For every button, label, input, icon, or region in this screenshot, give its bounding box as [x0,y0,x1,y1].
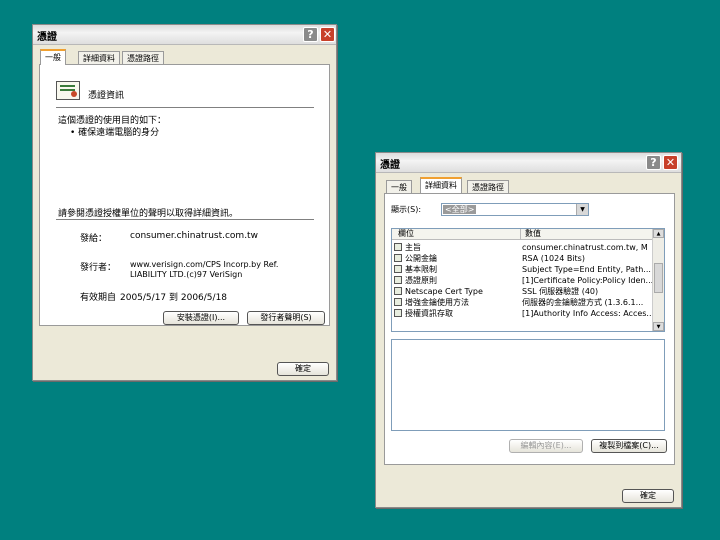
validity-label: 有效期自 [80,293,117,303]
listview-header: 欄位 數值 [392,229,652,240]
list-item[interactable]: 公開金鑰 [394,253,437,264]
field-name: 增強金鑰使用方法 [405,298,469,307]
show-dropdown[interactable]: <全部> ▼ [441,203,589,216]
validity-value: 2005/5/17 到 2006/5/18 [120,293,228,303]
window-title: 憑證 [380,160,400,171]
list-item-value[interactable]: RSA (1024 Bits) [522,253,585,264]
install-cert-button[interactable]: 安裝憑證(I)... [163,311,239,325]
fields-listview[interactable]: 欄位 數值 主旨 consumer.chinatrust.com.tw, M 公… [391,228,665,332]
title-bar[interactable]: 憑證 ? ✕ [376,153,681,173]
list-item-value[interactable]: Subject Type=End Entity, Path... [522,264,651,275]
list-item[interactable]: Netscape Cert Type [394,286,483,297]
column-value[interactable]: 數值 [520,229,541,239]
list-item-value[interactable]: 伺服器的金鑰驗證方式 (1.3.6.1... [522,297,643,308]
help-icon[interactable]: ? [303,27,318,42]
list-item-value[interactable]: [1]Certificate Policy:Policy Iden... [522,275,653,286]
list-item[interactable]: 基本限制 [394,264,437,275]
list-item-value[interactable]: [1]Authority Info Access: Acces... [522,308,654,319]
purpose-bullet: • 確保遠端電腦的身分 [70,128,160,138]
certificate-icon [56,81,80,100]
list-item[interactable]: 憑證原則 [394,275,437,286]
field-name: 公開金鑰 [405,254,437,263]
divider [56,219,314,220]
issuer-statement-button[interactable]: 發行者聲明(S) [247,311,325,325]
field-name: 基本限制 [405,265,437,274]
certificate-dialog-general: 憑證 ? ✕ 一般 詳細資料 憑證路徑 憑證資訊 這個憑證的使用目的如下： • … [32,24,337,381]
scroll-up-icon[interactable]: ▲ [653,229,664,238]
field-name: Netscape Cert Type [405,287,483,296]
list-item-value[interactable]: consumer.chinatrust.com.tw, M [522,242,648,253]
field-icon [394,298,402,306]
show-label: 顯示(S): [391,205,422,214]
field-icon [394,309,402,317]
issued-to-label: 發給： [80,234,108,244]
issuer-label: 發行者： [80,263,117,273]
general-panel: 憑證資訊 這個憑證的使用目的如下： • 確保遠端電腦的身分 請參閱憑證授權單位的… [39,64,330,326]
scroll-down-icon[interactable]: ▼ [653,322,664,331]
window-title: 憑證 [37,32,57,43]
field-name: 憑證原則 [405,276,437,285]
field-name: 授權資訊存取 [405,309,453,318]
field-name: 主旨 [405,243,421,252]
issuer-value-1: www.verisign.com/CPS Incorp.by Ref. [130,260,279,269]
ok-button[interactable]: 確定 [622,489,674,503]
edit-properties-button[interactable]: 編輯內容(E)... [509,439,583,453]
vertical-scrollbar[interactable]: ▲ ▼ [652,229,664,331]
tab-cert-path[interactable]: 憑證路徑 [467,180,509,194]
ok-button[interactable]: 確定 [277,362,329,376]
certificate-dialog-details: 憑證 ? ✕ 一般 詳細資料 憑證路徑 顯示(S): <全部> ▼ 欄位 數值 … [375,152,682,508]
title-bar[interactable]: 憑證 ? ✕ [33,25,336,45]
close-icon[interactable]: ✕ [320,27,335,42]
tab-general[interactable]: 一般 [40,49,66,65]
cert-info-header: 憑證資訊 [88,91,125,101]
list-item-value[interactable]: SSL 伺服器驗證 (40) [522,286,598,297]
help-icon[interactable]: ? [646,155,661,170]
divider [56,107,314,108]
field-icon [394,276,402,284]
issued-to-value: consumer.chinatrust.com.tw [130,231,258,241]
field-icon [394,243,402,251]
column-field[interactable]: 欄位 [398,229,414,239]
copy-to-file-button[interactable]: 複製到檔案(C)... [591,439,667,453]
show-selected-value: <全部> [443,205,477,214]
list-item[interactable]: 主旨 [394,242,421,253]
scroll-thumb[interactable] [654,263,663,293]
list-item[interactable]: 增強金鑰使用方法 [394,297,469,308]
value-detail-box[interactable] [391,339,665,431]
chevron-down-icon[interactable]: ▼ [576,204,588,215]
tab-cert-path[interactable]: 憑證路徑 [122,51,164,65]
issuer-value-2: LIABILITY LTD.(c)97 VeriSign [130,270,243,279]
field-icon [394,265,402,273]
details-panel: 顯示(S): <全部> ▼ 欄位 數值 主旨 consumer.chinatru… [384,193,675,465]
close-icon[interactable]: ✕ [663,155,678,170]
list-item[interactable]: 授權資訊存取 [394,308,453,319]
field-icon [394,254,402,262]
tab-details[interactable]: 詳細資料 [78,51,120,65]
field-icon [394,287,402,295]
tab-details[interactable]: 詳細資料 [420,177,462,193]
install-hint: 請參閱憑證授權單位的聲明以取得詳細資訊。 [58,209,239,219]
tab-general[interactable]: 一般 [386,180,412,194]
